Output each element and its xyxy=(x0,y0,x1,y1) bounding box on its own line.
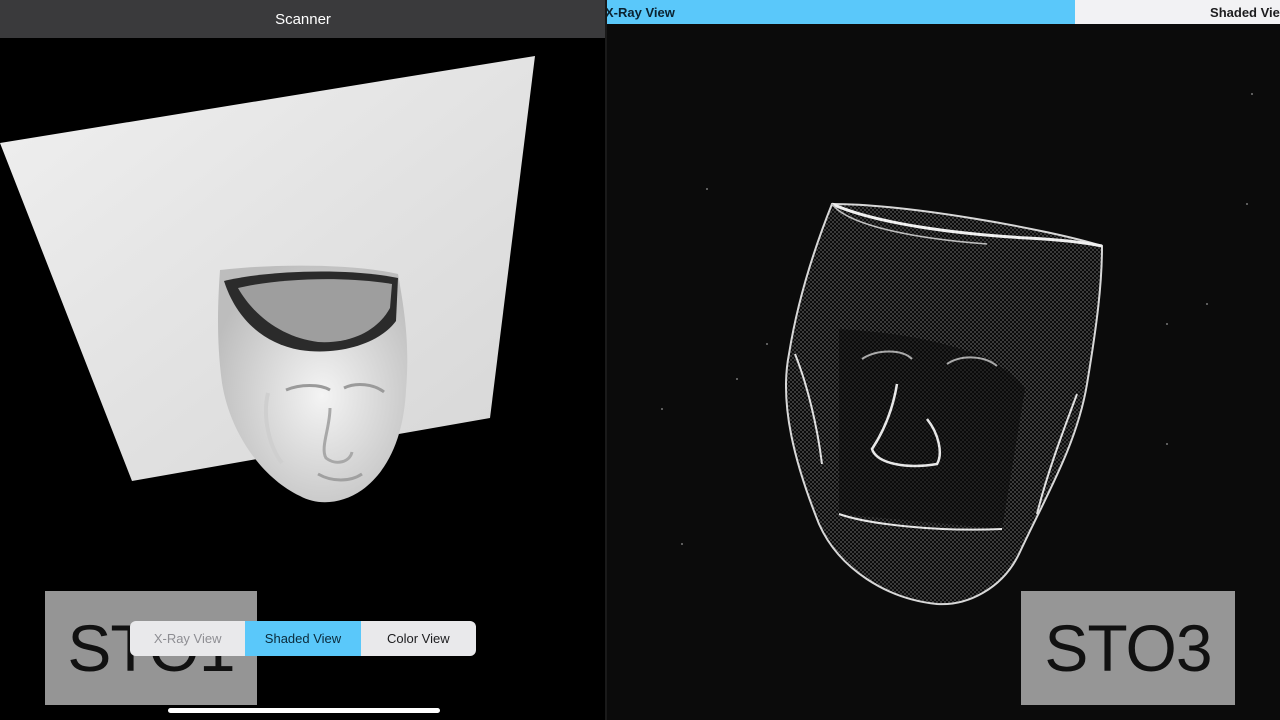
tab-shaded-view-label: Shaded View xyxy=(1210,4,1280,20)
segment-color-view[interactable]: Color View xyxy=(361,621,476,656)
nav-title: Scanner xyxy=(275,10,331,28)
view-tab-bar: X-Ray View Shaded View xyxy=(607,0,1280,24)
home-indicator[interactable] xyxy=(168,708,440,713)
tab-xray-view[interactable]: X-Ray View xyxy=(607,0,1075,24)
nav-bar: Scanner xyxy=(0,0,606,38)
tab-shaded-view[interactable]: Shaded View xyxy=(1075,0,1280,24)
segment-xray-view[interactable]: X-Ray View xyxy=(130,621,245,656)
right-scanner-pane: X-Ray View Shaded View xyxy=(607,0,1280,720)
view-mode-segmented-control[interactable]: X-Ray View Shaded View Color View xyxy=(130,621,476,656)
sto3-label: STO3 xyxy=(1021,591,1235,705)
segment-shaded-view[interactable]: Shaded View xyxy=(245,621,361,656)
left-scanner-pane: Scanner X-Ray View Shaded View Color Vie… xyxy=(0,0,606,720)
